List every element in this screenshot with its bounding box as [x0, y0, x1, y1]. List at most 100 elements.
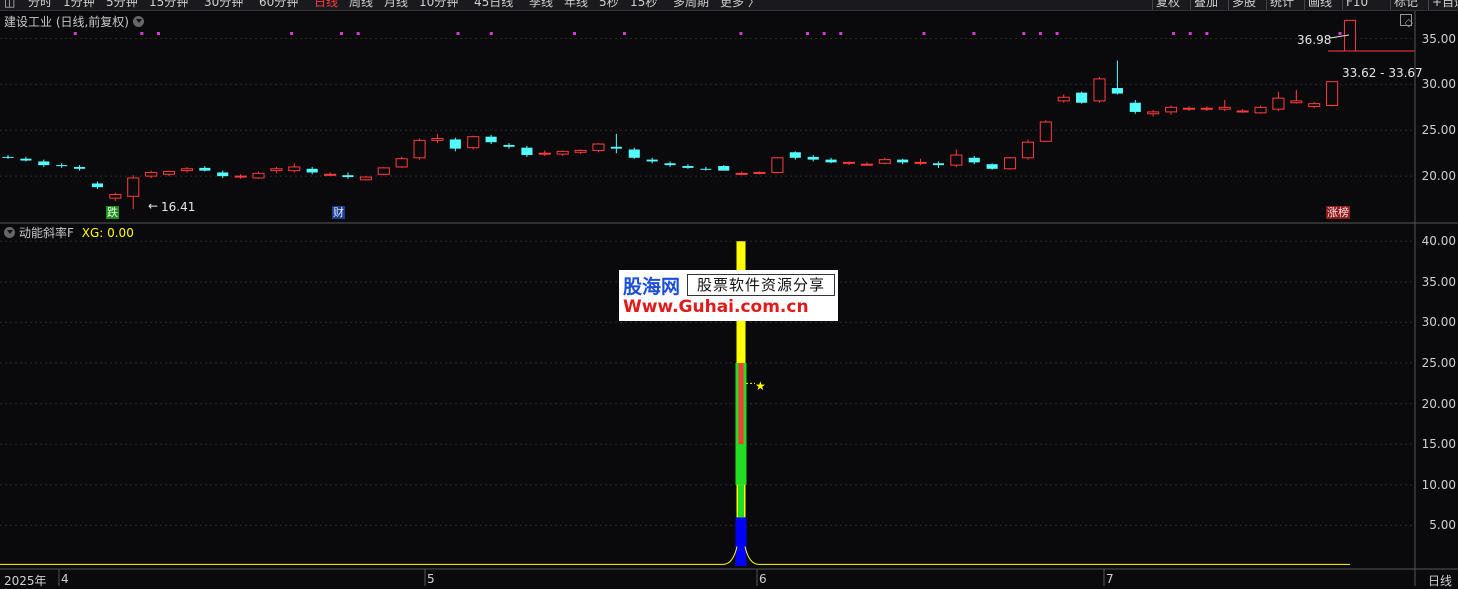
candle-body — [1326, 81, 1339, 106]
signal-dot — [1038, 32, 1042, 35]
signal-dot — [356, 32, 360, 35]
signal-dot — [972, 32, 976, 35]
signal-dot — [73, 32, 77, 35]
candle-body — [377, 167, 390, 175]
candle-body — [1290, 100, 1303, 104]
candle-body — [1039, 121, 1052, 142]
candle-body — [592, 143, 605, 151]
indicator-tick: 40.00 — [1421, 234, 1456, 249]
candle-body — [1165, 106, 1178, 113]
candle-body — [145, 171, 158, 177]
signal-dot — [573, 32, 577, 35]
candle-body — [1200, 107, 1213, 110]
candle-body — [1076, 92, 1088, 103]
signal-dot — [489, 32, 493, 35]
watermark-url: Www.Guhai.com.cn — [623, 297, 809, 317]
signal-dot — [922, 32, 926, 35]
x-label-year: 2025年 — [4, 574, 47, 588]
candle-body — [1308, 103, 1321, 107]
candle-body — [234, 175, 247, 178]
candle-body — [288, 166, 301, 172]
watermark-logo: 股海网 — [623, 276, 681, 298]
candle-body — [306, 168, 318, 173]
x-label-month: 5 — [427, 572, 435, 586]
watermark-slogan: 股票软件资源分享 — [687, 274, 835, 296]
candle-body — [986, 164, 998, 169]
indicator-dropdown-icon[interactable] — [4, 227, 15, 238]
candle-body — [932, 163, 945, 166]
candle-body — [1147, 111, 1160, 115]
candle-body — [646, 159, 658, 162]
badge-finance: 财 — [332, 206, 345, 219]
indicator-tick: 5.00 — [1429, 518, 1456, 533]
candle-body — [860, 163, 873, 166]
signal-dot — [1338, 32, 1342, 35]
badge-limitup: 涨榜 — [1326, 206, 1350, 219]
signal-dots — [73, 32, 1342, 35]
candle-body — [217, 172, 229, 177]
candle-body — [753, 171, 766, 174]
candle-body — [395, 158, 408, 168]
candle-body — [359, 176, 372, 181]
indicator-name: 动能斜率F — [19, 226, 74, 240]
price-tick: 20.00 — [1421, 169, 1456, 184]
candle-body — [1218, 106, 1231, 110]
candle-body — [914, 161, 927, 164]
candle-body — [324, 173, 337, 176]
candle-body — [878, 159, 891, 164]
candle-body — [842, 161, 856, 164]
candle-body — [1129, 102, 1141, 112]
signal-dot — [156, 32, 160, 35]
candle-body — [968, 157, 980, 163]
candle-body — [180, 168, 193, 172]
candle-body — [628, 149, 640, 158]
price-tick: 25.00 — [1421, 123, 1456, 138]
badge-drop: 跌 — [106, 206, 119, 219]
indicator-tick: 15.00 — [1421, 437, 1456, 452]
signal-dot — [839, 32, 843, 35]
candle-body — [950, 154, 963, 166]
x-label-month: 7 — [1106, 572, 1114, 586]
low-price-label: 16.41 — [161, 200, 196, 214]
candle-body — [485, 136, 497, 143]
candle-body — [431, 138, 444, 141]
signal-dot — [622, 32, 626, 35]
candle-body — [1093, 78, 1106, 102]
candle-body — [664, 163, 676, 166]
x-label-month: 4 — [61, 572, 69, 586]
candle-body — [1182, 107, 1196, 110]
candlestick-series — [2, 19, 1415, 210]
signal-dot — [739, 32, 743, 35]
candle-body — [109, 193, 122, 199]
watermark-banner: 股海网 股票软件资源分享 Www.Guhai.com.cn — [619, 270, 838, 321]
signal-dot — [290, 32, 294, 35]
candle-body — [413, 139, 426, 159]
candle-body — [521, 147, 533, 156]
candle-body — [342, 175, 354, 178]
indicator-tick: 30.00 — [1421, 315, 1456, 330]
candle-body — [91, 183, 104, 188]
candle-body — [735, 172, 748, 175]
candle-body — [467, 136, 480, 149]
candle-body — [1272, 97, 1285, 110]
star-marker-icon: ★ — [755, 379, 766, 393]
candle-body — [1021, 141, 1034, 159]
low-arrow-icon: ← — [148, 199, 159, 213]
candle-body — [897, 159, 909, 163]
candle-body — [162, 171, 176, 175]
signal-dot — [805, 32, 809, 35]
period-label[interactable]: 日线 — [1428, 572, 1452, 589]
indicator-bar-blue — [735, 517, 747, 566]
candle-body — [74, 166, 86, 169]
candle-body — [1057, 96, 1070, 102]
candle-body — [503, 144, 515, 147]
price-tick: 30.00 — [1421, 77, 1456, 92]
indicator-bar-green-inner — [738, 484, 744, 518]
indicator-tick: 25.00 — [1421, 356, 1456, 371]
candle-body — [1236, 110, 1249, 113]
candle-body — [20, 158, 32, 161]
candle-body — [56, 165, 68, 167]
candle-body — [807, 156, 819, 160]
candle-body — [38, 161, 50, 166]
candle-body — [771, 157, 784, 173]
